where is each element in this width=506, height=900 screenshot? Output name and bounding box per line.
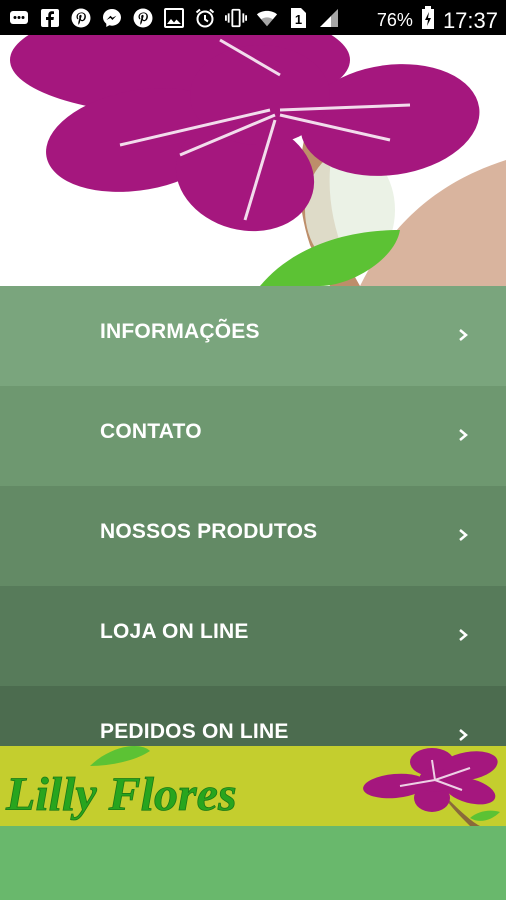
messenger-icon: [101, 7, 123, 29]
menu-item-nossos-produtos[interactable]: NOSSOS PRODUTOS: [0, 486, 506, 586]
menu-item-label: CONTATO: [100, 420, 202, 443]
main-menu: INFORMAÇÕES CONTATO NOSSOS PRODUTOS LOJA…: [0, 286, 506, 786]
chevron-right-icon: [459, 729, 468, 741]
alarm-icon: [194, 7, 216, 29]
gallery-icon: [163, 7, 185, 29]
notification-icons: 1: [8, 7, 340, 29]
chevron-right-icon: [459, 429, 468, 441]
status-bar: 1 76% 17:37: [0, 0, 506, 35]
menu-item-label: LOJA ON LINE: [100, 620, 249, 643]
facebook-icon: [39, 7, 61, 29]
chevron-right-icon: [459, 529, 468, 541]
bottom-area: [0, 826, 506, 900]
signal-icon: [318, 7, 340, 29]
status-right: 76% 17:37: [377, 6, 498, 35]
menu-item-informacoes[interactable]: INFORMAÇÕES: [0, 286, 506, 386]
pinterest-icon: [70, 7, 92, 29]
chevron-right-icon: [459, 629, 468, 641]
brand-name: Lilly Flores: [5, 768, 237, 821]
brand-logo: Lilly Flores: [0, 746, 506, 826]
wifi-icon: [256, 7, 278, 29]
pinterest-icon: [132, 7, 154, 29]
battery-percent: 76%: [376, 10, 413, 30]
brand-banner[interactable]: Lilly Flores: [0, 746, 506, 826]
messages-icon: [8, 7, 30, 29]
battery-icon: [421, 6, 435, 35]
menu-item-loja-on-line[interactable]: LOJA ON LINE: [0, 586, 506, 686]
clock: 17:37: [442, 7, 498, 33]
chevron-right-icon: [459, 329, 468, 341]
vibrate-icon: [225, 7, 247, 29]
menu-item-label: INFORMAÇÕES: [100, 320, 260, 343]
svg-text:1: 1: [295, 12, 302, 27]
menu-item-contato[interactable]: CONTATO: [0, 386, 506, 486]
menu-item-label: NOSSOS PRODUTOS: [100, 520, 318, 543]
sim-1-icon: 1: [287, 7, 309, 29]
hero-flower-image: [0, 35, 506, 286]
menu-item-label: PEDIDOS ON LINE: [100, 720, 289, 743]
